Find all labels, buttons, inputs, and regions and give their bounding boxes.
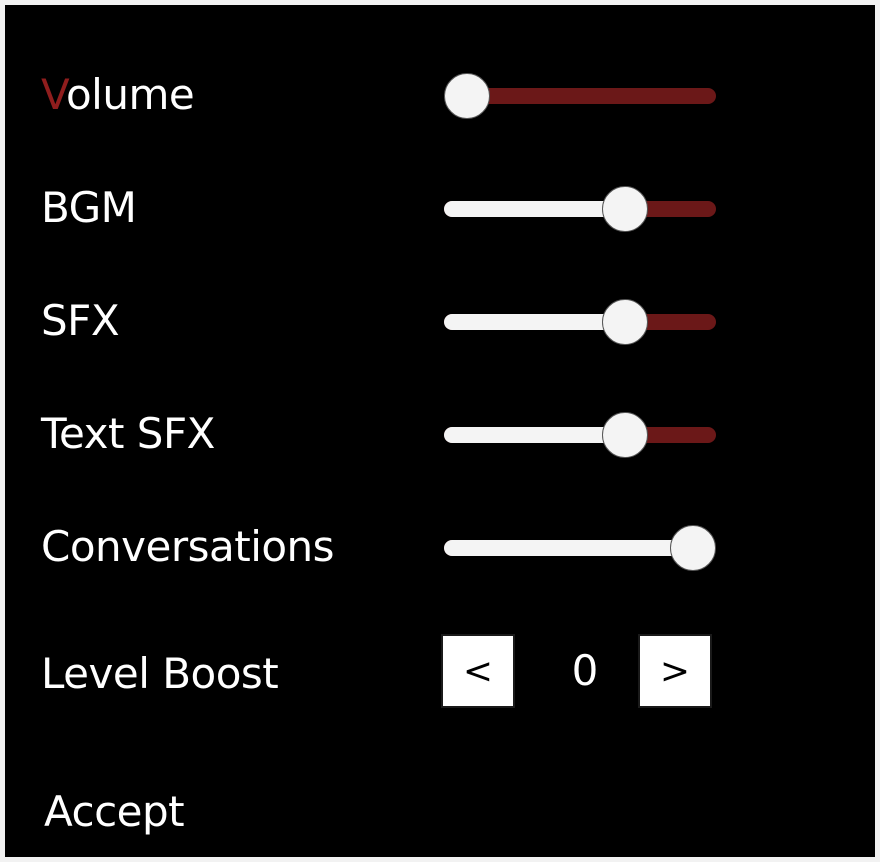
text-sfx-slider[interactable] — [444, 412, 716, 458]
bgm-slider[interactable] — [444, 186, 716, 232]
volume-label-initial: V — [41, 70, 66, 119]
slider-track — [444, 427, 716, 443]
slider-thumb[interactable] — [602, 186, 649, 232]
level-boost-increment-button[interactable]: > — [638, 634, 712, 708]
slider-fill — [444, 540, 693, 556]
level-boost-value: 0 — [571, 646, 599, 695]
level-boost-decrement-button[interactable]: < — [441, 634, 515, 708]
slider-fill — [444, 427, 626, 443]
level-boost-label: Level Boost — [41, 649, 279, 698]
conversations-slider[interactable] — [444, 525, 716, 571]
slider-track — [444, 314, 716, 330]
bgm-label: BGM — [41, 183, 137, 232]
slider-thumb[interactable] — [444, 73, 490, 119]
text-sfx-label: Text SFX — [41, 409, 215, 458]
volume-label-rest: olume — [65, 70, 195, 119]
accept-button[interactable]: Accept — [44, 787, 185, 837]
slider-thumb[interactable] — [602, 299, 649, 345]
slider-fill — [444, 201, 626, 217]
sfx-slider[interactable] — [444, 299, 716, 345]
slider-fill — [444, 314, 626, 330]
volume-label: Volume — [41, 70, 195, 120]
volume-slider[interactable] — [444, 73, 716, 119]
slider-track — [444, 201, 716, 217]
settings-panel: Volume BGM SFX Text SFX Conversations Le… — [5, 5, 875, 857]
conversations-label: Conversations — [41, 522, 335, 571]
sfx-label: SFX — [41, 296, 120, 345]
slider-thumb[interactable] — [670, 525, 716, 571]
slider-thumb[interactable] — [602, 412, 649, 458]
